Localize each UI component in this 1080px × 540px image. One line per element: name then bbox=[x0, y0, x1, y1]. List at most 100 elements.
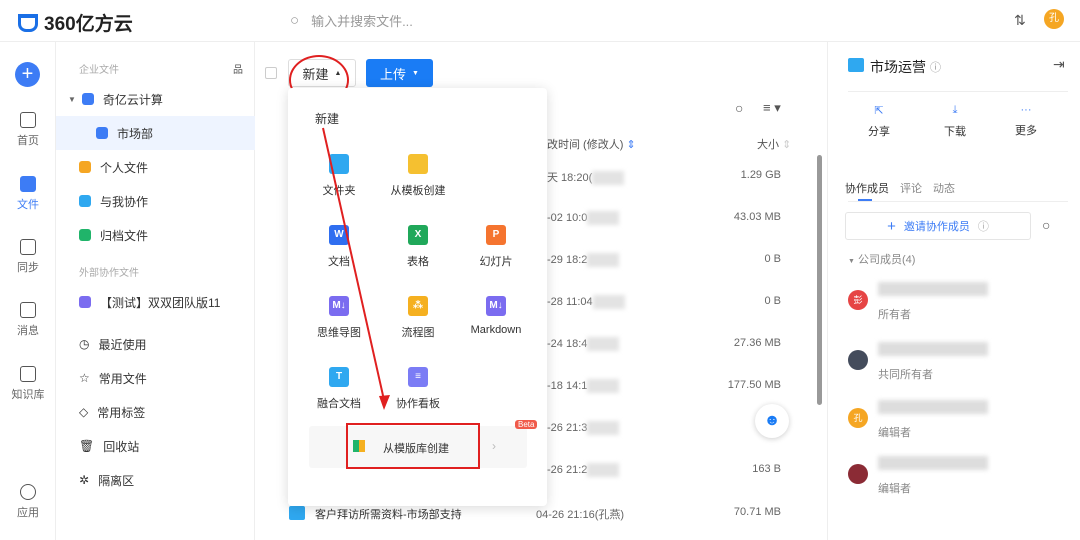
member-item[interactable]: 彭所有者 bbox=[848, 282, 1068, 332]
kanban-icon: ≡ bbox=[408, 367, 428, 387]
clock-icon: ◷ bbox=[79, 337, 90, 351]
rail-apps[interactable]: 应用 bbox=[0, 484, 56, 520]
upload-button[interactable]: 上传 ▼ bbox=[366, 59, 433, 87]
org-chart-icon[interactable]: 品 bbox=[233, 61, 243, 76]
search-input[interactable]: ○ 输入并搜索文件... bbox=[290, 11, 413, 30]
download-button[interactable]: ⤓ 下载 bbox=[944, 104, 966, 139]
search-icon[interactable]: ○ bbox=[735, 100, 743, 116]
member-item[interactable]: 共同所有者 bbox=[848, 342, 1068, 392]
avatar: 彭 bbox=[848, 290, 868, 310]
rail-messages[interactable]: 消息 bbox=[0, 302, 56, 338]
select-all-checkbox[interactable] bbox=[265, 67, 277, 79]
view-mode-icon[interactable]: ≡ ▾ bbox=[763, 100, 781, 116]
home-icon bbox=[20, 112, 36, 128]
chevron-right-icon: › bbox=[492, 439, 496, 453]
external-header: 外部协作文件 bbox=[79, 267, 139, 279]
slides-icon: P bbox=[486, 225, 506, 245]
menu-item-sheet[interactable]: X 表格 bbox=[380, 225, 456, 269]
create-button[interactable]: + bbox=[15, 62, 40, 87]
avatar[interactable]: 孔 bbox=[1044, 9, 1064, 29]
divider bbox=[848, 91, 1068, 92]
nav-external-item[interactable]: 【测试】双双团队版11 bbox=[56, 285, 255, 319]
nav-dept[interactable]: 市场部 bbox=[56, 116, 255, 150]
star-icon: ☆ bbox=[79, 371, 90, 385]
new-dropdown-menu: 新建 文件夹 从模板创建 W 文档 X 表格 P 幻灯片 M↓ 思维导图 ⁂ 流程图 M↓… bbox=[288, 88, 547, 506]
info-icon: ⓘ bbox=[977, 221, 989, 233]
member-item[interactable]: 孔编辑者 bbox=[848, 400, 1068, 450]
menu-item-folder[interactable]: 文件夹 bbox=[301, 154, 377, 198]
menu-item-slides[interactable]: P 幻灯片 bbox=[458, 225, 534, 269]
share-button[interactable]: ⇱ 分享 bbox=[868, 104, 890, 139]
nav-common[interactable]: ☆ 常用文件 bbox=[56, 361, 255, 395]
sort-icon: ⇕ bbox=[626, 139, 636, 151]
nav-tags[interactable]: ◇ 常用标签 bbox=[56, 395, 255, 429]
folder-icon bbox=[20, 176, 36, 192]
menu-item-mindmap[interactable]: M↓ 思维导图 bbox=[301, 296, 377, 340]
search-icon[interactable]: ○ bbox=[1042, 217, 1050, 233]
menu-item-fusion-doc[interactable]: T 融合文档 bbox=[301, 367, 377, 411]
more-button[interactable]: ··· 更多 bbox=[1015, 104, 1037, 138]
team-icon bbox=[79, 195, 91, 207]
book-icon bbox=[20, 366, 36, 382]
nav-trash[interactable]: 🗑 回收站 bbox=[56, 429, 255, 463]
assistant-mascot-icon[interactable]: ☻ bbox=[755, 404, 789, 438]
menu-item-flowchart[interactable]: ⁂ 流程图 bbox=[380, 296, 456, 340]
column-modified[interactable]: 改时间 (修改人) ⇕ bbox=[547, 136, 636, 152]
scrollbar[interactable] bbox=[817, 155, 822, 405]
avatar bbox=[848, 350, 868, 370]
org-icon bbox=[96, 127, 108, 139]
collapse-panel-icon[interactable]: ⇥ bbox=[1053, 56, 1065, 73]
invite-member-button[interactable]: + 邀请协作成员 ⓘ bbox=[845, 212, 1031, 240]
flowchart-icon: ⁂ bbox=[408, 296, 428, 316]
shared-folder-icon bbox=[848, 58, 864, 72]
folder-icon bbox=[329, 154, 349, 174]
menu-item-kanban[interactable]: ≡ 协作看板 bbox=[380, 367, 456, 411]
tab-members[interactable]: 协作成员 bbox=[845, 180, 889, 196]
markdown-icon: M↓ bbox=[486, 296, 506, 316]
share-icon: ⇱ bbox=[874, 105, 884, 117]
nav-personal[interactable]: 个人文件 bbox=[56, 150, 255, 184]
fusion-doc-icon: T bbox=[329, 367, 349, 387]
doc-icon: W bbox=[329, 225, 349, 245]
nav-recent[interactable]: ◷ 最近使用 bbox=[56, 327, 255, 361]
org-icon bbox=[81, 93, 94, 105]
tag-icon: ◇ bbox=[79, 405, 89, 419]
transfer-icon[interactable]: ⇅ bbox=[1014, 12, 1026, 29]
column-size[interactable]: 大小 ⇕ bbox=[757, 136, 791, 152]
menu-title: 新建 bbox=[315, 112, 340, 126]
nav-quarantine[interactable]: ✲ 隔离区 bbox=[56, 463, 255, 497]
mindmap-icon: M↓ bbox=[329, 296, 349, 316]
nav-collab[interactable]: 与我协作 bbox=[56, 184, 255, 218]
tab-activity[interactable]: 动态 bbox=[933, 180, 955, 196]
rail-sync[interactable]: 同步 bbox=[0, 239, 56, 275]
tab-comments[interactable]: 评论 bbox=[900, 180, 922, 196]
highlight-box bbox=[346, 423, 480, 469]
menu-item-doc[interactable]: W 文档 bbox=[301, 225, 377, 269]
top-bar: 360亿方云 ○ 输入并搜索文件... ⇅ 孔 bbox=[0, 0, 1080, 42]
archive-icon bbox=[79, 229, 91, 241]
virus-icon: ✲ bbox=[79, 473, 90, 487]
logo-icon bbox=[18, 13, 38, 32]
member-item[interactable]: 编辑者 bbox=[848, 456, 1068, 506]
detail-panel: 市场运营 ⓘ ⇥ ⇱ 分享 ⤓ 下载 ··· 更多 协作成员 评论 动态 + 邀请协作成… bbox=[827, 42, 1080, 540]
file-nav: 企业文件品 ▼ 奇亿云计算 市场部 个人文件 与我协作 归档文件 外部协作文件 【… bbox=[56, 42, 255, 540]
rail-home[interactable]: 首页 bbox=[0, 112, 56, 148]
team-icon bbox=[79, 296, 91, 308]
menu-item-markdown[interactable]: M↓ Markdown bbox=[458, 296, 534, 336]
nav-root[interactable]: ▼ 奇亿云计算 bbox=[56, 82, 255, 116]
rail-knowledge[interactable]: 知识库 bbox=[0, 366, 56, 402]
logo[interactable]: 360亿方云 bbox=[18, 9, 133, 36]
avatar: 孔 bbox=[848, 408, 868, 428]
member-group[interactable]: ▼ 公司成员(4) bbox=[848, 251, 915, 267]
caret-down-icon: ▼ bbox=[68, 94, 76, 104]
avatar bbox=[848, 464, 868, 484]
sort-icon: ⇕ bbox=[782, 139, 792, 151]
nav-archive[interactable]: 归档文件 bbox=[56, 218, 255, 252]
rail-files[interactable]: 文件 bbox=[0, 176, 56, 212]
shared-folder-icon bbox=[289, 506, 305, 520]
info-icon[interactable]: ⓘ bbox=[930, 59, 941, 75]
folder-title: 市场运营 bbox=[870, 59, 926, 75]
message-icon bbox=[20, 302, 36, 318]
menu-item-template[interactable]: 从模板创建 bbox=[380, 154, 456, 198]
user-folder-icon bbox=[79, 161, 91, 173]
